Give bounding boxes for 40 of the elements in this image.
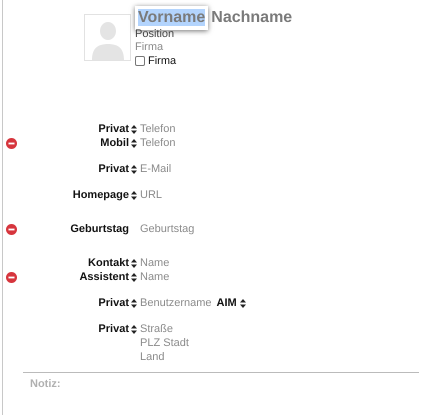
last-name-text[interactable]: Nachname [211,9,292,27]
stepper-icon[interactable] [131,124,137,134]
field-label[interactable]: Kontakt [88,257,129,269]
stepper-icon[interactable] [131,138,137,148]
field-placeholder[interactable]: PLZ Stadt [140,337,189,349]
field-label[interactable]: Geburtstag [70,223,129,235]
stepper-icon[interactable] [131,272,137,282]
field-label[interactable]: Homepage [72,189,129,201]
field-label[interactable]: Privat [98,163,129,175]
stepper-icon[interactable] [240,298,246,308]
position-text[interactable]: Position [135,28,174,40]
stepper-icon[interactable] [131,164,137,174]
field-placeholder[interactable]: Straße [140,323,174,335]
company-text[interactable]: Firma [135,41,164,53]
field-label[interactable]: Privat [98,323,129,335]
field-placeholder[interactable]: Name [140,257,170,269]
stepper-icon[interactable] [131,298,137,308]
stepper-icon[interactable] [131,190,137,200]
field-label[interactable]: Privat [98,297,129,309]
company-checkbox[interactable] [135,56,145,66]
field-label[interactable]: Assistent [79,271,129,283]
remove-icon[interactable] [6,224,17,234]
field-label[interactable]: Mobil [100,137,129,149]
field-placeholder[interactable]: Telefon [140,137,176,149]
field-placeholder[interactable]: Geburtstag [140,223,194,235]
field-label[interactable]: Privat [98,123,129,135]
field-placeholder[interactable]: Name [140,271,170,283]
note-label: Notiz: [30,378,61,390]
remove-icon[interactable] [6,272,17,282]
field-placeholder[interactable]: Telefon [140,123,176,135]
field-placeholder[interactable]: URL [140,189,162,201]
first-name-field[interactable]: Vorname [135,6,208,30]
field-placeholder[interactable]: Land [140,351,164,363]
service-label[interactable]: AIM [216,297,237,309]
stepper-icon[interactable] [131,324,137,334]
field-placeholder[interactable]: Benutzername [140,297,212,309]
stepper-icon[interactable] [131,258,137,268]
remove-icon[interactable] [6,138,17,148]
field-placeholder[interactable]: E-Mail [140,163,172,175]
checkbox-label: Firma [148,55,176,67]
